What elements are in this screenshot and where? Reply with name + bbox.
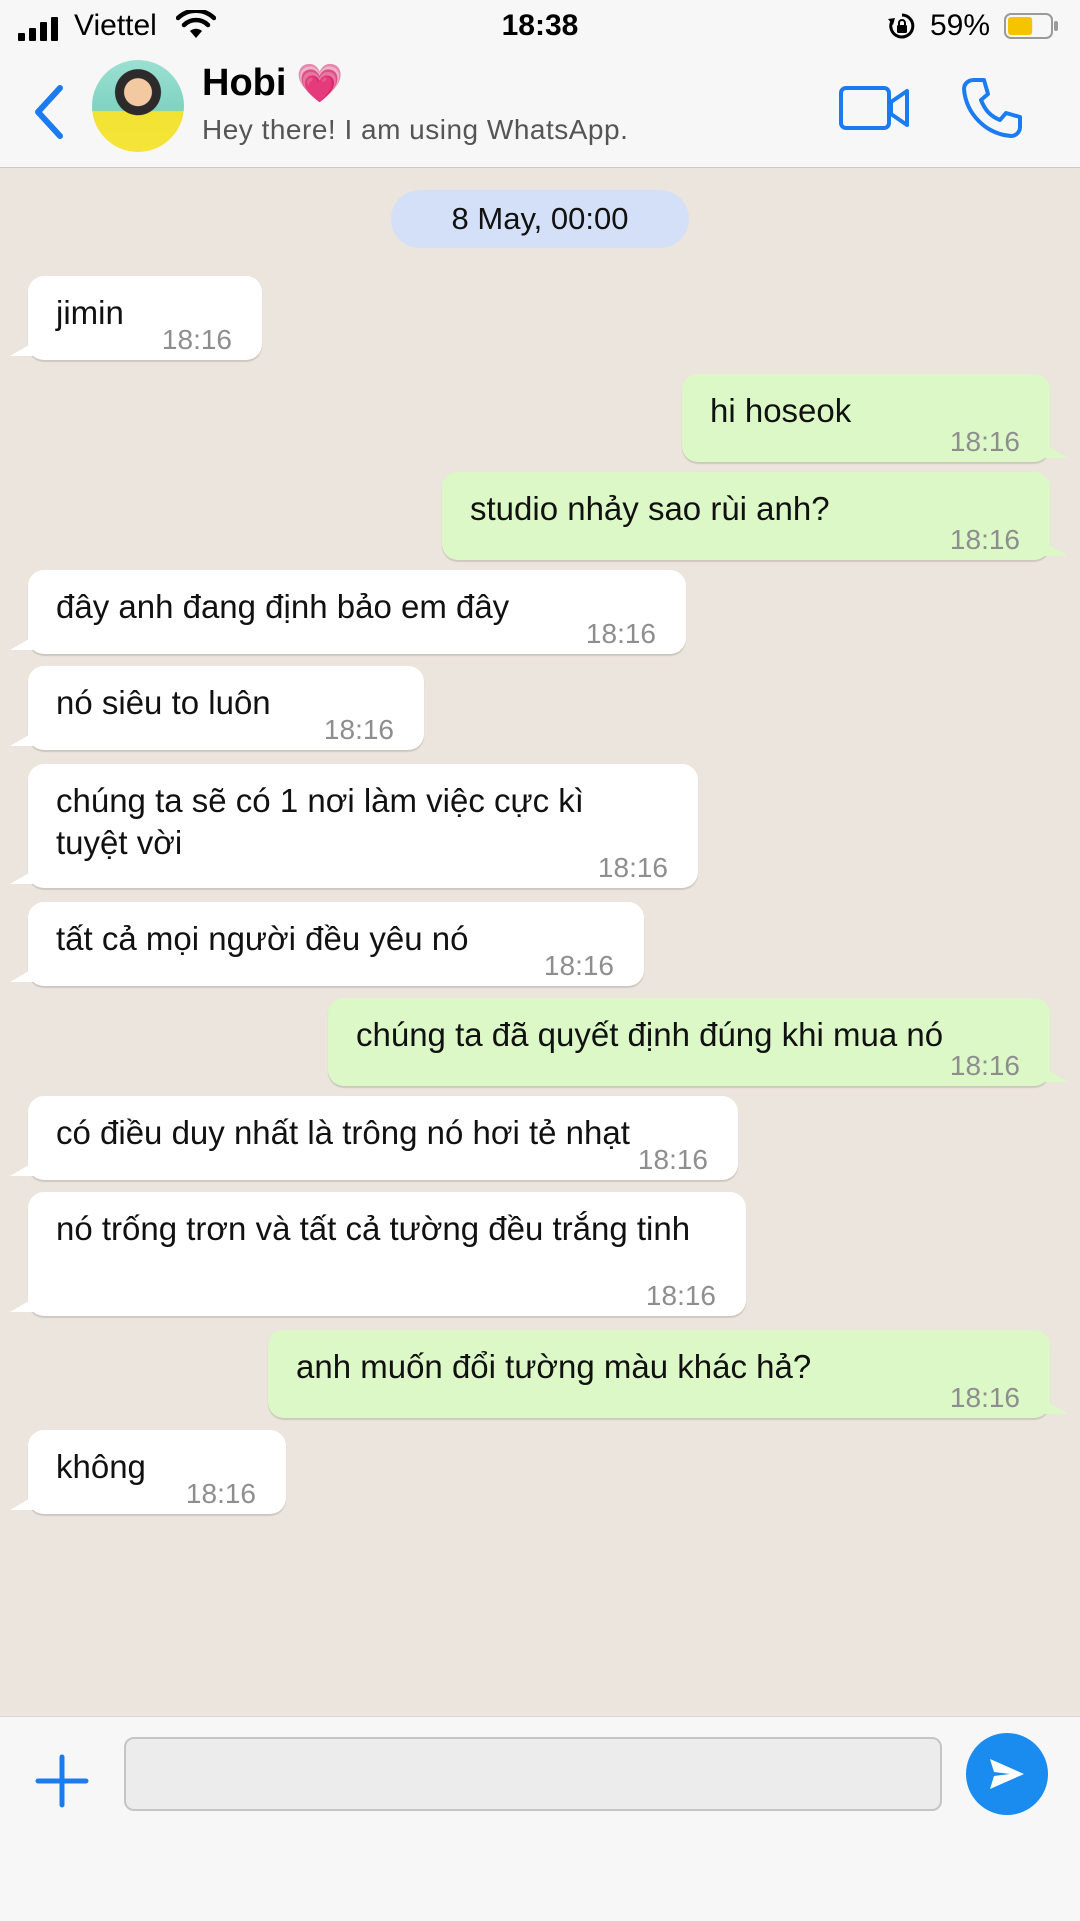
phone-call-icon[interactable]	[960, 76, 1024, 140]
message-time: 18:16	[949, 1050, 1020, 1081]
send-icon	[990, 1759, 1024, 1789]
message-bubble-outgoing[interactable]: hi hoseok 18:16	[682, 374, 1068, 462]
message-time: 18:16	[323, 714, 394, 745]
message-bubble-incoming[interactable]: tất cả mọi người đều yêu nó 18:16	[10, 902, 644, 986]
message-bubble-outgoing[interactable]: studio nhảy sao rùi anh? 18:16	[442, 472, 1068, 560]
message-bubble-outgoing[interactable]: chúng ta đã quyết định đúng khi mua nó 1…	[328, 998, 1068, 1086]
message-time: 18:16	[161, 324, 232, 355]
message-bubble-incoming[interactable]: không 18:16	[10, 1430, 286, 1514]
message-input-bar	[0, 1716, 1080, 1921]
message-text: đây anh đang định bảo em đây	[56, 588, 510, 625]
message-bubble-outgoing[interactable]: anh muốn đổi tường màu khác hả? 18:16	[268, 1330, 1068, 1418]
message-text: anh muốn đổi tường màu khác hả?	[296, 1348, 812, 1385]
message-bubble-incoming[interactable]: đây anh đang định bảo em đây 18:16	[10, 570, 686, 654]
contact-name[interactable]: Hobi	[202, 62, 286, 105]
date-label: 8 May, 00:00	[391, 190, 689, 248]
rotation-lock-icon	[888, 13, 915, 39]
message-text: chúng ta sẽ có 1 nơi làm việc cực kì tuy…	[56, 782, 594, 861]
message-bubble-incoming[interactable]: có điều duy nhất là trông nó hơi tẻ nhạt…	[10, 1096, 738, 1180]
message-time: 18:16	[543, 950, 614, 981]
battery-icon	[1004, 13, 1058, 39]
message-bubble-incoming[interactable]: nó siêu to luôn 18:16	[10, 666, 424, 750]
back-icon[interactable]	[30, 82, 66, 142]
video-call-icon[interactable]	[838, 82, 910, 134]
message-time: 18:16	[637, 1144, 708, 1175]
message-time: 18:16	[949, 426, 1020, 457]
message-text: tất cả mọi người đều yêu nó	[56, 920, 469, 957]
contact-status[interactable]: Hey there! I am using WhatsApp.	[202, 114, 628, 146]
message-time: 18:16	[185, 1478, 256, 1509]
chat-area[interactable]: 8 May, 00:00 jimin 18:16 hi hoseok 18:16…	[0, 168, 1080, 1716]
message-time: 18:16	[645, 1280, 716, 1311]
message-bubble-incoming[interactable]: nó trống trơn và tất cả tường đều trắng …	[10, 1192, 746, 1316]
message-text: chúng ta đã quyết định đúng khi mua nó	[356, 1016, 944, 1053]
message-text: có điều duy nhất là trông nó hơi tẻ nhạt	[56, 1114, 630, 1151]
battery-percent: 59%	[930, 9, 991, 42]
message-text: studio nhảy sao rùi anh?	[470, 490, 830, 527]
contact-avatar[interactable]	[92, 60, 184, 152]
message-time: 18:16	[949, 1382, 1020, 1413]
heart-emoji: 💗	[296, 63, 344, 105]
message-time: 18:16	[597, 852, 668, 883]
message-text: nó trống trơn và tất cả tường đều trắng …	[56, 1210, 691, 1247]
message-input[interactable]	[124, 1737, 942, 1811]
message-time: 18:16	[585, 618, 656, 649]
message-bubble-incoming[interactable]: jimin 18:16	[10, 276, 262, 360]
message-time: 18:16	[949, 524, 1020, 555]
message-bubble-incoming[interactable]: chúng ta sẽ có 1 nơi làm việc cực kì tuy…	[10, 764, 698, 888]
plus-icon[interactable]	[34, 1753, 90, 1809]
chat-header: Hobi 💗 Hey there! I am using WhatsApp.	[0, 52, 1080, 168]
status-time: 18:38	[501, 9, 579, 42]
status-bar: Viettel 18:38 59%	[0, 0, 1080, 52]
send-button[interactable]	[966, 1733, 1048, 1815]
